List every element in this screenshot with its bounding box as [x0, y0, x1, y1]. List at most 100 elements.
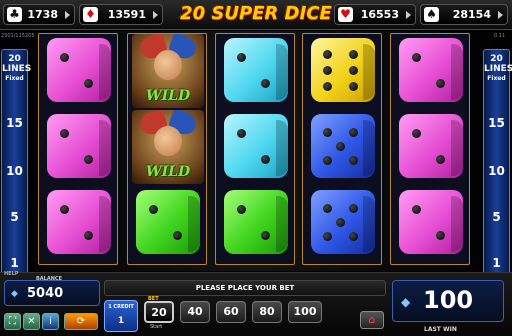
dice-pip [435, 154, 445, 164]
line-number[interactable]: 5 [2, 210, 27, 224]
reel-5 [390, 33, 470, 265]
bet-button-100[interactable]: 100 [288, 301, 322, 323]
spades-icon: ♠ [424, 7, 439, 22]
reel-4 [302, 33, 382, 265]
jackpot-clubs: ♣ 1738 [3, 4, 75, 25]
credit-button[interactable]: 1 CREDIT 1 [104, 300, 138, 332]
dice-pip [60, 53, 70, 63]
jackpot-arrow-icon [153, 11, 158, 19]
status-message: PLEASE PLACE YOUR BET [104, 280, 386, 296]
dice-symbol-magenta-2 [47, 190, 111, 254]
lines-panel-right: 20 LINES Fixed 15 10 5 1 [483, 49, 512, 283]
dice-pip [348, 156, 358, 166]
wild-label: WILD [145, 164, 191, 180]
expand-icon[interactable]: ✕ [23, 313, 40, 330]
lines-count: 20 [490, 54, 503, 64]
jackpot-hearts: ♥ 16553 [334, 4, 416, 25]
bet-button-60[interactable]: 60 [216, 301, 246, 323]
dice-symbol-cyan-2 [224, 38, 288, 102]
autoplay-icon[interactable]: ⟳ [64, 313, 98, 330]
jackpot-arrow-icon [406, 11, 411, 19]
info-icon[interactable]: i [42, 313, 59, 330]
lines-fixed: Fixed [5, 75, 24, 82]
lines-word: LINES [2, 64, 32, 74]
dice-pip [237, 129, 247, 139]
lines-word: LINES [484, 64, 512, 74]
dice-symbol-magenta-2 [47, 38, 111, 102]
bet-button-20[interactable]: 20 [144, 301, 174, 323]
lines-header: 20 LINES Fixed [2, 54, 32, 84]
dice-symbol-magenta-2 [399, 190, 463, 254]
game-title: 20 SUPER DICE [180, 3, 332, 24]
reel-1 [38, 33, 118, 265]
jackpot-arrow-icon [498, 11, 503, 19]
home-icon[interactable]: ⌂ [360, 311, 384, 329]
credit-label: 1 CREDIT [108, 304, 134, 310]
dice-symbol-cyan-2 [224, 114, 288, 178]
dice-pip [348, 232, 358, 242]
dice-pip [260, 78, 270, 88]
dice-pip [348, 127, 358, 137]
dice-pip [83, 230, 93, 240]
clubs-icon: ♣ [7, 7, 22, 22]
version-code-right: 0.11 [494, 33, 506, 39]
wild-jester-symbol: WILD [132, 34, 204, 108]
dice-pip [323, 203, 333, 213]
dice-pip [348, 203, 358, 213]
line-number[interactable]: 10 [484, 164, 509, 178]
dice-pip [323, 50, 333, 59]
lines-count: 20 [8, 54, 21, 64]
wild-label: WILD [145, 88, 191, 104]
line-number[interactable]: 15 [484, 116, 509, 130]
dice-symbol-magenta-2 [399, 114, 463, 178]
line-number[interactable]: 10 [2, 164, 27, 178]
line-number[interactable]: 1 [2, 256, 27, 270]
dice-pip [323, 66, 333, 75]
dice-pip [348, 82, 358, 91]
coin-icon: ◆ [11, 289, 18, 299]
jackpot-spades-value: 28154 [452, 8, 491, 21]
line-number[interactable]: 1 [484, 256, 509, 270]
dice-pip [323, 127, 333, 137]
dice-pip [336, 218, 345, 227]
dice-pip [435, 78, 445, 88]
reel-stage: 2301/115205 0.11 20 LINES Fixed 15 10 5 … [0, 31, 512, 283]
dice-symbol-green-2 [136, 190, 200, 254]
line-number[interactable]: 5 [484, 210, 509, 224]
dice-pip [412, 53, 422, 63]
fullscreen-icon[interactable]: ⛶ [4, 313, 21, 330]
line-number[interactable]: 15 [2, 116, 27, 130]
dice-pip [60, 205, 70, 215]
jackpot-hearts-value: 16553 [360, 8, 399, 21]
dice-pip [260, 230, 270, 240]
last-win-box: ◆ 100 [392, 280, 504, 322]
dice-symbol-green-2 [224, 190, 288, 254]
lines-fixed: Fixed [487, 75, 506, 82]
bet-button-40[interactable]: 40 [180, 301, 210, 323]
reel-3 [215, 33, 295, 265]
dice-pip [237, 205, 247, 215]
last-win-label: LAST WIN [424, 326, 457, 333]
dice-pip [435, 230, 445, 240]
bet-button-80[interactable]: 80 [252, 301, 282, 323]
dice-pip [412, 129, 422, 139]
control-panel: HELP BALANCE ◆ 5040 PLEASE PLACE YOUR BE… [0, 271, 512, 336]
dice-pip [412, 205, 422, 215]
lines-panel-left: 20 LINES Fixed 15 10 5 1 [1, 49, 32, 283]
coin-icon: ◆ [401, 295, 411, 309]
dice-pip [323, 82, 333, 91]
last-win-value: 100 [423, 286, 474, 314]
dice-symbol-magenta-2 [47, 114, 111, 178]
reel-2: WILD WILD [127, 33, 207, 265]
jackpot-diamonds-value: 13591 [107, 8, 146, 21]
dice-pip [348, 66, 358, 75]
credit-value: 1 [117, 316, 125, 326]
jackpot-clubs-value: 1738 [27, 8, 58, 21]
dice-pip [336, 142, 345, 151]
dice-pip [323, 156, 333, 166]
help-label[interactable]: HELP [4, 271, 18, 277]
dice-symbol-yellow-6 [311, 38, 375, 102]
dice-pip [323, 232, 333, 242]
dice-pip [60, 129, 70, 139]
jackpot-arrow-icon [65, 11, 70, 19]
